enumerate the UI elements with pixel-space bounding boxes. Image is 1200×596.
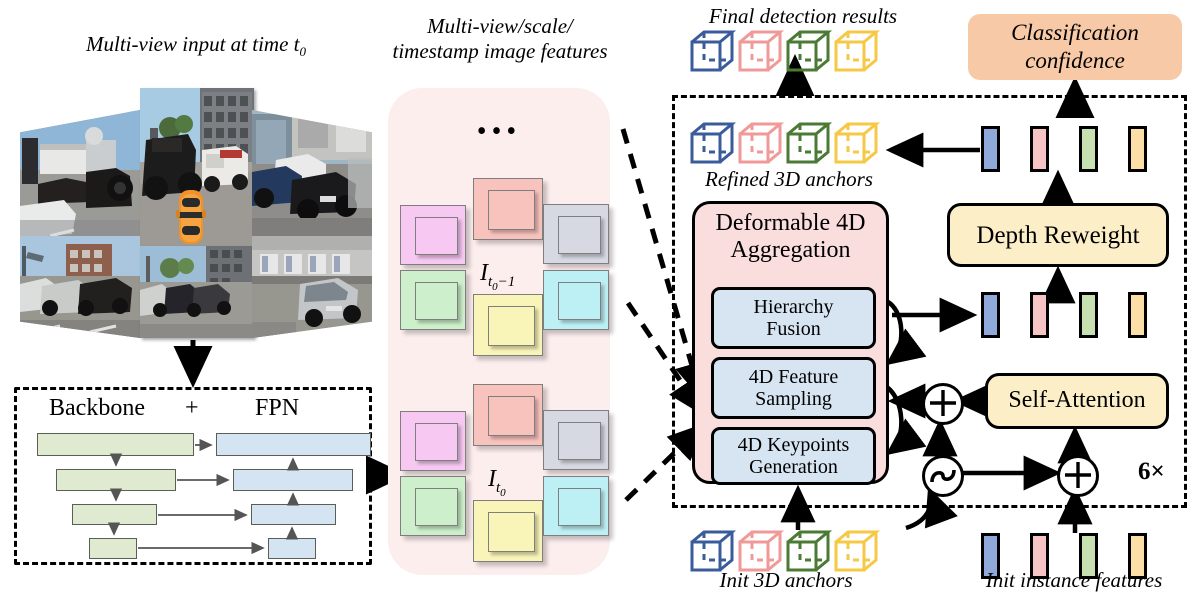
feature-square-green-cur [400, 476, 466, 536]
feature-square-salmon-cur [473, 384, 543, 446]
feature-square-grey-prev [543, 204, 609, 264]
instance-bar-yellow-mid [1128, 292, 1147, 338]
backbone-fpn-module: Backbone + FPN [14, 387, 372, 565]
keypoints-generation-label: 4D Keypoints Generation [737, 434, 850, 478]
fpn-level-3 [251, 504, 336, 525]
feature-square-yellow-cur [473, 500, 543, 562]
feature-square-cyan-cur [543, 476, 609, 536]
init-anchors-caption: Init 3D anchors [719, 568, 853, 592]
init-instance-caption: Init instance features [985, 568, 1163, 592]
ellipsis-dots: ••• [476, 116, 522, 147]
multiview-input-subscript: 0 [299, 44, 306, 60]
depth-reweight-box: Depth Reweight [947, 203, 1169, 267]
instance-bar-green-mid [1079, 292, 1098, 338]
camera-view-back-left [20, 236, 140, 338]
feature-label-cur-I: I [488, 466, 496, 492]
camera-view-front-right [252, 110, 372, 250]
self-attention-box: Self-Attention [985, 373, 1169, 429]
features-caption-line2: timestamp image features [392, 39, 608, 64]
backbone-level-3 [72, 504, 157, 525]
hierarchy-fusion-label: Hierarchy Fusion [753, 296, 834, 340]
deformable-4d-aggregation-module: Deformable 4D Aggregation Hierarchy Fusi… [692, 201, 889, 485]
init-cube-pink [738, 530, 785, 572]
features-caption: Multi-view/scale/ timestamp image featur… [382, 14, 618, 64]
refined-cube-yellow [834, 122, 881, 164]
refined-anchors-caption: Refined 3D anchors [705, 167, 873, 191]
multiview-input-caption: Multi-view input at time t0 [26, 32, 366, 60]
feature-square-cyan-prev [543, 270, 609, 330]
instance-bar-pink-mid [1030, 292, 1049, 338]
instance-bar-pink-top [1030, 126, 1049, 172]
init-cube-yellow [834, 530, 881, 572]
refined-cube-green [786, 122, 833, 164]
camera-view-back [140, 246, 254, 338]
init-cube-blue [690, 530, 737, 572]
repeat-count-label: 6× [1138, 458, 1165, 485]
dfa-title: Deformable 4D Aggregation [695, 210, 886, 265]
depth-reweight-label: Depth Reweight [976, 221, 1140, 249]
refined-cube-blue [690, 122, 737, 164]
init-cube-green [786, 530, 833, 572]
positional-encoding-node [922, 455, 964, 497]
cube-blue [690, 30, 737, 72]
cube-pink [738, 30, 785, 72]
backbone-level-2 [56, 469, 176, 491]
multiview-camera-ring [8, 88, 374, 338]
instance-bar-blue-top [981, 126, 1000, 172]
refined-cube-pink [738, 122, 785, 164]
backbone-level-1 [37, 433, 194, 456]
classification-confidence-box: Classification confidence [968, 14, 1182, 80]
fpn-level-2 [233, 469, 353, 491]
feature-square-green-prev [400, 270, 466, 330]
camera-view-back-right [252, 236, 372, 338]
backbone-title: Backbone [49, 395, 145, 421]
feature-label-prev-minus: −1 [497, 273, 516, 290]
image-features-container: ••• It0−1 It0 [388, 88, 610, 575]
feature-sampling-box: 4D Feature Sampling [711, 357, 876, 419]
dfa-title-line2: Aggregation [730, 237, 851, 264]
self-attention-label: Self-Attention [1008, 387, 1146, 414]
hierarchy-fusion-box: Hierarchy Fusion [711, 287, 876, 349]
dfa-title-line1: Deformable 4D [715, 210, 866, 236]
backbone-level-4 [89, 538, 137, 559]
feature-label-cur: It0 [488, 466, 506, 499]
final-detection-cubes [690, 30, 881, 72]
add-node-right [1057, 455, 1099, 497]
instance-bar-green-top [1079, 126, 1098, 172]
feature-label-cur-zero: 0 [500, 486, 506, 499]
fpn-title: FPN [255, 395, 300, 421]
ego-vehicle-icon [176, 190, 206, 244]
fpn-level-4 [268, 538, 316, 559]
camera-view-front-left [20, 110, 140, 250]
feature-square-magenta-prev [400, 205, 466, 265]
classification-line1: Classification [1011, 20, 1139, 46]
refined-anchor-cubes [690, 122, 881, 164]
fpn-level-1 [216, 433, 371, 456]
final-detection-caption: Final detection results [708, 4, 898, 28]
features-caption-line1: Multi-view/scale/ [427, 14, 573, 38]
instance-bar-yellow-top [1128, 126, 1147, 172]
cube-yellow [834, 30, 881, 72]
feature-label-prev: It0−1 [480, 260, 515, 293]
cube-green [786, 30, 833, 72]
feature-square-salmon-prev [473, 178, 543, 240]
feature-label-prev-I: I [480, 260, 488, 286]
add-node-upper [922, 383, 964, 425]
feature-square-grey-cur [543, 410, 609, 470]
instance-bar-blue-mid [981, 292, 1000, 338]
keypoints-generation-box: 4D Keypoints Generation [711, 427, 876, 485]
feature-square-yellow-prev [473, 294, 543, 356]
feature-square-magenta-cur [400, 411, 466, 471]
feature-sampling-label: 4D Feature Sampling [748, 366, 839, 410]
plus-symbol: + [185, 395, 199, 421]
classification-line2: confidence [1025, 48, 1125, 73]
multiview-input-label: Multi-view input at time t [86, 32, 300, 56]
